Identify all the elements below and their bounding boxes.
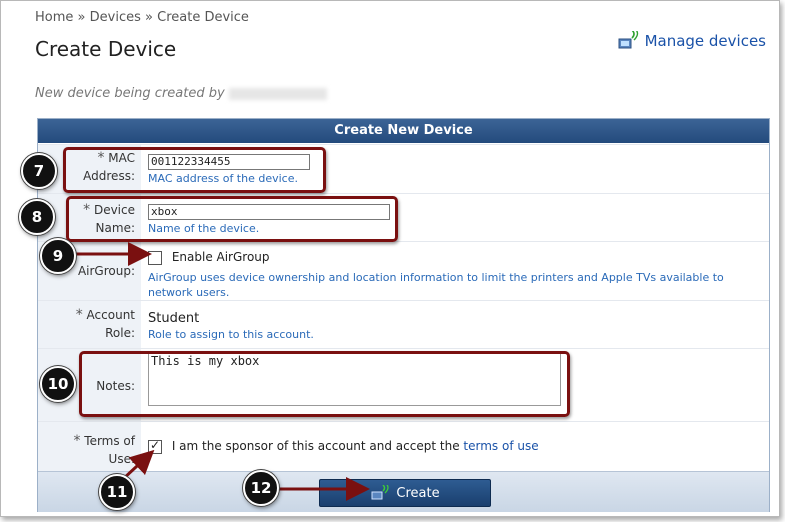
network-device-icon	[371, 485, 390, 500]
annotation-badge-9: 9	[40, 238, 76, 274]
annotation-badge-7: 7	[21, 153, 57, 189]
annotation-badge-12: 12	[243, 470, 279, 506]
account-role-label-1: Account	[86, 308, 135, 322]
highlight-notes	[79, 351, 570, 417]
manage-devices-label: Manage devices	[644, 32, 766, 50]
terms-label-1: Terms of	[84, 434, 135, 448]
account-role-text: Student	[148, 311, 200, 326]
manage-devices-link[interactable]: Manage devices	[617, 31, 766, 51]
breadcrumb-home[interactable]: Home	[35, 10, 73, 25]
create-button-label: Create	[396, 485, 440, 501]
subtitle: New device being created by	[35, 86, 327, 101]
create-button[interactable]: Create	[319, 479, 491, 507]
breadcrumb: Home » Devices » Create Device	[35, 10, 249, 25]
breadcrumb-separator-2: »	[145, 10, 153, 25]
redacted-username	[228, 87, 327, 100]
form-header: Create New Device	[38, 119, 769, 143]
account-role-value: Student Role to assign to this account.	[148, 311, 769, 341]
required-mark: *	[73, 433, 81, 449]
account-role-label-2: Role:	[105, 326, 135, 340]
account-role-help: Role to assign to this account.	[148, 328, 314, 341]
breadcrumb-separator: »	[77, 10, 86, 25]
required-mark: *	[75, 307, 83, 323]
annotation-badge-11: 11	[99, 474, 135, 510]
terms-text: I am the sponsor of this account and acc…	[171, 439, 460, 453]
terms-row: * Terms of Use: I am the sponsor of this…	[38, 421, 769, 472]
breadcrumb-current: Create Device	[157, 10, 249, 25]
highlight-device-name	[66, 196, 398, 242]
page-title: Create Device	[35, 37, 177, 61]
account-role-label: * Account Role:	[38, 301, 141, 348]
airgroup-checkbox[interactable]	[148, 250, 162, 265]
form-footer: Create	[38, 471, 769, 512]
annotation-badge-10: 10	[40, 366, 76, 402]
terms-value: I am the sponsor of this account and acc…	[148, 438, 769, 454]
terms-checkbox[interactable]	[148, 438, 162, 454]
terms-label-2: Use:	[108, 452, 135, 466]
airgroup-row: AirGroup: Enable AirGroup AirGroup uses …	[38, 241, 769, 300]
terms-label: * Terms of Use:	[38, 422, 141, 472]
terms-of-use-link[interactable]: terms of use	[463, 439, 538, 453]
airgroup-value: Enable AirGroup AirGroup uses device own…	[148, 250, 769, 300]
airgroup-help: AirGroup uses device ownership and locat…	[148, 270, 724, 299]
network-device-icon	[618, 31, 638, 49]
breadcrumb-devices[interactable]: Devices	[90, 10, 141, 25]
page: Home » Devices » Create Device Create De…	[0, 0, 780, 517]
subtitle-text: New device being created by	[35, 86, 225, 101]
airgroup-checkbox-label: Enable AirGroup	[171, 250, 270, 264]
highlight-mac	[63, 147, 326, 193]
annotation-badge-8: 8	[19, 199, 55, 235]
account-role-row: * Account Role: Student Role to assign t…	[38, 300, 769, 348]
